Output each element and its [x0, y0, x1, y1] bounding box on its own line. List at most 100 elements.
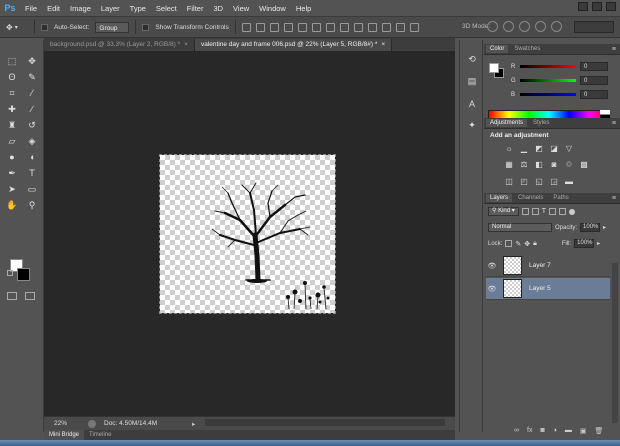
auto-select-dropdown[interactable]: Group [95, 21, 130, 33]
visibility-eye-icon[interactable]: 👁︎ [486, 262, 498, 270]
tab-paths[interactable]: Paths [549, 194, 572, 202]
fill-field[interactable]: 100% [574, 239, 595, 248]
eraser-tool-icon[interactable]: ▱ [4, 134, 20, 148]
tab-swatches[interactable]: Swatches [510, 45, 544, 53]
document-tab-valentine[interactable]: valentine day and frame 006.psd @ 22% (L… [194, 39, 393, 51]
menu-filter[interactable]: Filter [182, 4, 209, 13]
levels-icon[interactable]: ▁ [519, 144, 529, 153]
menu-3d[interactable]: 3D [208, 4, 228, 13]
type-tool-icon[interactable]: T [24, 166, 40, 180]
slider-r-value[interactable]: 0 [580, 62, 608, 71]
color-panel-foreground-swatch[interactable] [489, 63, 499, 73]
distribute-hcenter-icon[interactable] [381, 22, 391, 32]
lock-image-icon[interactable]: ✎ [515, 240, 521, 248]
minimize-button[interactable] [578, 2, 588, 11]
zoom-tool-icon[interactable]: ⚲ [24, 198, 40, 212]
tab-color[interactable]: Color [486, 45, 509, 53]
history-brush-tool-icon[interactable]: ↺ [24, 118, 40, 132]
blend-mode-dropdown[interactable]: Normal [488, 223, 552, 232]
crop-tool-icon[interactable]: ⌗ [4, 86, 20, 100]
brush-panel-icon[interactable]: ✦ [466, 120, 478, 131]
selective-color-icon[interactable]: ◲ [549, 177, 559, 186]
panel-menu-icon[interactable]: ≡ [612, 195, 616, 202]
posterize-icon[interactable]: ◰ [519, 177, 529, 186]
quick-selection-tool-icon[interactable]: ✎ [24, 70, 40, 84]
distribute-bottom-icon[interactable] [353, 22, 363, 32]
color-balance-icon[interactable]: ⚖ [519, 160, 529, 169]
layer-name[interactable]: Layer 7 [529, 262, 551, 269]
character-panel-icon[interactable]: A [466, 98, 478, 109]
add-mask-icon[interactable]: ◙ [540, 427, 544, 435]
filter-adjustment-icon[interactable] [531, 208, 539, 215]
curves-icon[interactable]: ◩ [534, 144, 544, 153]
layer-row-selected[interactable]: 👁︎ Layer 5 [486, 278, 610, 300]
3d-rotate-icon[interactable] [487, 21, 498, 32]
delete-layer-icon[interactable]: 🗑︎ [595, 427, 604, 435]
background-color-swatch[interactable] [17, 268, 30, 281]
menu-edit[interactable]: Edit [42, 4, 65, 13]
black-white-icon[interactable]: ◧ [534, 160, 544, 169]
brightness-contrast-icon[interactable]: ☼ [504, 144, 514, 153]
visibility-eye-icon[interactable]: 👁︎ [486, 285, 498, 293]
brush-tool-icon[interactable]: ∕ [24, 102, 40, 116]
document-tab-background[interactable]: background.psd @ 33.3% (Layer 2, RGB/8) … [44, 39, 195, 51]
channel-mixer-icon[interactable]: ♲ [564, 160, 574, 169]
horizontal-scrollbar[interactable] [205, 419, 445, 426]
menu-help[interactable]: Help [291, 4, 316, 13]
distribute-top-icon[interactable] [325, 22, 335, 32]
photo-filter-icon[interactable]: ◙ [549, 160, 559, 169]
link-layers-icon[interactable]: ∞ [514, 427, 519, 435]
tab-adjustments[interactable]: Adjustments [486, 119, 528, 127]
slider-b-value[interactable]: 0 [580, 90, 608, 99]
slider-b-track[interactable] [520, 93, 576, 96]
align-left-icon[interactable] [283, 22, 293, 32]
blur-tool-icon[interactable]: ● [4, 150, 20, 164]
lock-all-icon[interactable]: 🔒︎ [533, 240, 537, 248]
tab-channels[interactable]: Channels [514, 194, 547, 202]
tab-layers[interactable]: Layers [486, 194, 513, 202]
status-info-icon[interactable] [88, 419, 96, 428]
slider-g-value[interactable]: 0 [580, 76, 608, 85]
paint-bucket-tool-icon[interactable]: ◈ [24, 134, 40, 148]
menu-type[interactable]: Type [125, 4, 151, 13]
vibrance-icon[interactable]: ▽ [564, 144, 574, 153]
menu-select[interactable]: Select [151, 4, 182, 13]
zoom-level[interactable]: 22% [54, 420, 80, 427]
auto-align-icon[interactable] [409, 22, 419, 32]
align-hcenter-icon[interactable] [297, 22, 307, 32]
path-selection-tool-icon[interactable]: ➤ [4, 182, 20, 196]
maximize-button[interactable] [592, 2, 602, 11]
pen-tool-icon[interactable]: ✒ [4, 166, 20, 180]
align-bottom-icon[interactable] [269, 22, 279, 32]
align-right-icon[interactable] [311, 22, 321, 32]
layers-scrollbar[interactable] [612, 263, 618, 423]
panel-menu-icon[interactable]: ≡ [612, 120, 616, 127]
layer-style-icon[interactable]: fx [527, 427, 532, 435]
align-vcenter-icon[interactable] [255, 22, 265, 32]
new-layer-icon[interactable]: ▣ [580, 427, 587, 435]
tab-styles[interactable]: Styles [529, 119, 553, 127]
dodge-tool-icon[interactable]: ◖ [24, 150, 40, 164]
filter-shape-icon[interactable] [549, 208, 557, 215]
gradient-map-icon[interactable]: ▬ [564, 177, 574, 186]
workspace-switcher[interactable] [574, 21, 614, 33]
clone-stamp-tool-icon[interactable]: ♜ [4, 118, 20, 132]
3d-roll-icon[interactable] [503, 21, 514, 32]
filter-smart-object-icon[interactable] [559, 208, 567, 215]
distribute-left-icon[interactable] [367, 22, 377, 32]
quick-mask-icon[interactable] [7, 292, 17, 300]
document-canvas[interactable] [159, 154, 336, 314]
marquee-tool-icon[interactable]: ⬚ [4, 54, 20, 68]
healing-brush-tool-icon[interactable]: ✚ [4, 102, 20, 116]
eyedropper-tool-icon[interactable]: ⁄ [24, 86, 40, 100]
tab-timeline[interactable]: Timeline [84, 430, 116, 440]
opacity-arrow-icon[interactable]: ▸ [603, 224, 606, 231]
history-panel-icon[interactable]: ⟲ [466, 54, 478, 65]
threshold-icon[interactable]: ◱ [534, 177, 544, 186]
properties-panel-icon[interactable]: ▤ [466, 76, 478, 87]
tab-mini-bridge[interactable]: Mini Bridge [44, 430, 85, 440]
opacity-field[interactable]: 100% [580, 223, 601, 232]
screen-mode-icon[interactable] [25, 292, 35, 300]
move-tool-icon[interactable]: ✥ [24, 54, 40, 68]
lasso-tool-icon[interactable]: ʘ [4, 70, 20, 84]
